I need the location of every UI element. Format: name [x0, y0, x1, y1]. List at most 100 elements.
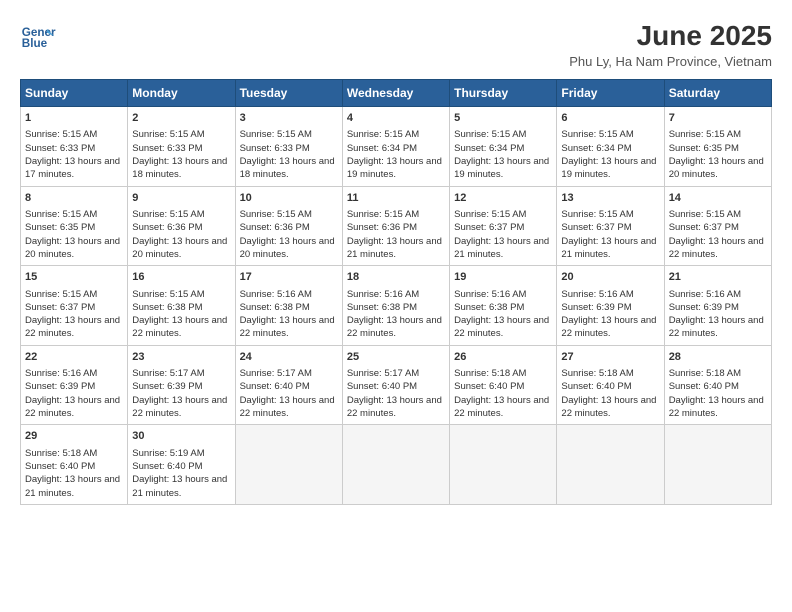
calendar-day-cell: 26Sunrise: 5:18 AMSunset: 6:40 PMDayligh…	[450, 345, 557, 425]
daylight-text: Daylight: 13 hours and 22 minutes.	[347, 395, 442, 419]
day-number: 15	[25, 270, 123, 285]
sunrise-text: Sunrise: 5:18 AM	[25, 448, 97, 459]
day-number: 30	[132, 429, 230, 444]
sunset-text: Sunset: 6:39 PM	[132, 381, 202, 392]
calendar-day-cell: 18Sunrise: 5:16 AMSunset: 6:38 PMDayligh…	[342, 266, 449, 346]
sunrise-text: Sunrise: 5:18 AM	[669, 368, 741, 379]
daylight-text: Daylight: 13 hours and 19 minutes.	[561, 156, 656, 180]
sunrise-text: Sunrise: 5:15 AM	[454, 129, 526, 140]
calendar-day-cell: 5Sunrise: 5:15 AMSunset: 6:34 PMDaylight…	[450, 107, 557, 187]
calendar-day-cell: 6Sunrise: 5:15 AMSunset: 6:34 PMDaylight…	[557, 107, 664, 187]
calendar-week-row: 29Sunrise: 5:18 AMSunset: 6:40 PMDayligh…	[21, 425, 772, 505]
sunset-text: Sunset: 6:40 PM	[561, 381, 631, 392]
calendar-day-cell: 15Sunrise: 5:15 AMSunset: 6:37 PMDayligh…	[21, 266, 128, 346]
day-number: 16	[132, 270, 230, 285]
day-number: 20	[561, 270, 659, 285]
calendar-day-cell: 14 Sunrise: 5:15 AM Sunset: 6:37 PM Dayligh…	[664, 186, 771, 266]
col-wednesday: Wednesday	[342, 80, 449, 107]
calendar-day-cell: 30Sunrise: 5:19 AMSunset: 6:40 PMDayligh…	[128, 425, 235, 505]
calendar-day-cell: 10 Sunrise: 5:15 AM Sunset: 6:36 PM Dayligh…	[235, 186, 342, 266]
calendar-day-cell: 17Sunrise: 5:16 AMSunset: 6:38 PMDayligh…	[235, 266, 342, 346]
sunrise-text: Sunrise: 5:15 AM	[240, 129, 312, 140]
day-number: 3	[240, 111, 338, 126]
daylight-text: Daylight: 13 hours and 17 minutes.	[25, 156, 120, 180]
page-header: General Blue June 2025 Phu Ly, Ha Nam Pr…	[20, 20, 772, 69]
sunset-text: Sunset: 6:40 PM	[454, 381, 524, 392]
calendar-day-cell: 13Sunrise: 5:15 AMSunset: 6:37 PMDayligh…	[557, 186, 664, 266]
sunrise-text: Sunrise: 5:15 AM	[669, 129, 741, 140]
sunset-text: Sunset: 6:35 PM	[669, 143, 739, 154]
daylight-text: Daylight: 13 hours and 20 minutes.	[240, 236, 335, 260]
day-number: 6	[561, 111, 659, 126]
sunset-text: Sunset: 6:36 PM	[240, 222, 310, 233]
sunrise-text: Sunrise: 5:15 AM	[240, 209, 312, 220]
calendar-day-cell: 7Sunrise: 5:15 AMSunset: 6:35 PMDaylight…	[664, 107, 771, 187]
col-thursday: Thursday	[450, 80, 557, 107]
sunset-text: Sunset: 6:37 PM	[454, 222, 524, 233]
sunrise-text: Sunrise: 5:17 AM	[132, 368, 204, 379]
sunrise-text: Sunrise: 5:15 AM	[25, 209, 97, 220]
col-friday: Friday	[557, 80, 664, 107]
calendar-week-row: 1Sunrise: 5:15 AMSunset: 6:33 PMDaylight…	[21, 107, 772, 187]
sunrise-text: Sunrise: 5:15 AM	[132, 129, 204, 140]
day-number: 5	[454, 111, 552, 126]
sunset-text: Sunset: 6:36 PM	[347, 222, 417, 233]
sunset-text: Sunset: 6:37 PM	[561, 222, 631, 233]
svg-text:Blue: Blue	[22, 37, 48, 50]
day-number: 9	[132, 191, 230, 206]
calendar-day-cell: 23Sunrise: 5:17 AMSunset: 6:39 PMDayligh…	[128, 345, 235, 425]
calendar-day-cell	[235, 425, 342, 505]
daylight-text: Daylight: 13 hours and 21 minutes.	[454, 236, 549, 260]
daylight-text: Daylight: 13 hours and 22 minutes.	[669, 315, 764, 339]
sunset-text: Sunset: 6:36 PM	[132, 222, 202, 233]
col-monday: Monday	[128, 80, 235, 107]
day-number: 18	[347, 270, 445, 285]
sunrise-text: Sunrise: 5:16 AM	[240, 289, 312, 300]
sunset-text: Sunset: 6:40 PM	[132, 461, 202, 472]
calendar-day-cell	[342, 425, 449, 505]
sunrise-text: Sunrise: 5:15 AM	[561, 209, 633, 220]
sunrise-text: Sunrise: 5:19 AM	[132, 448, 204, 459]
calendar-day-cell: 22Sunrise: 5:16 AMSunset: 6:39 PMDayligh…	[21, 345, 128, 425]
sunset-text: Sunset: 6:34 PM	[561, 143, 631, 154]
calendar-day-cell: 1Sunrise: 5:15 AMSunset: 6:33 PMDaylight…	[21, 107, 128, 187]
sunrise-text: Sunrise: 5:18 AM	[454, 368, 526, 379]
logo: General Blue	[20, 20, 56, 56]
sunrise-text: Sunrise: 5:15 AM	[454, 209, 526, 220]
daylight-text: Daylight: 13 hours and 22 minutes.	[561, 315, 656, 339]
calendar-day-cell: 8Sunrise: 5:15 AMSunset: 6:35 PMDaylight…	[21, 186, 128, 266]
day-number: 10	[240, 191, 338, 206]
sunrise-text: Sunrise: 5:17 AM	[240, 368, 312, 379]
sunset-text: Sunset: 6:34 PM	[347, 143, 417, 154]
calendar-week-row: 22Sunrise: 5:16 AMSunset: 6:39 PMDayligh…	[21, 345, 772, 425]
col-sunday: Sunday	[21, 80, 128, 107]
sunset-text: Sunset: 6:37 PM	[25, 302, 95, 313]
day-number: 21	[669, 270, 767, 285]
calendar-day-cell: 28Sunrise: 5:18 AMSunset: 6:40 PMDayligh…	[664, 345, 771, 425]
sunset-text: Sunset: 6:38 PM	[454, 302, 524, 313]
day-number: 11	[347, 191, 445, 206]
day-number: 14	[669, 191, 767, 206]
sunset-text: Sunset: 6:37 PM	[669, 222, 739, 233]
sunset-text: Sunset: 6:40 PM	[25, 461, 95, 472]
calendar-day-cell: 24Sunrise: 5:17 AMSunset: 6:40 PMDayligh…	[235, 345, 342, 425]
logo-icon: General Blue	[20, 20, 56, 56]
daylight-text: Daylight: 13 hours and 22 minutes.	[454, 315, 549, 339]
sunrise-text: Sunrise: 5:15 AM	[669, 209, 741, 220]
sunset-text: Sunset: 6:38 PM	[240, 302, 310, 313]
calendar-day-cell: 27Sunrise: 5:18 AMSunset: 6:40 PMDayligh…	[557, 345, 664, 425]
calendar-day-cell	[450, 425, 557, 505]
daylight-text: Daylight: 13 hours and 22 minutes.	[669, 236, 764, 260]
sunset-text: Sunset: 6:39 PM	[561, 302, 631, 313]
daylight-text: Daylight: 13 hours and 19 minutes.	[454, 156, 549, 180]
daylight-text: Daylight: 13 hours and 22 minutes.	[669, 395, 764, 419]
daylight-text: Daylight: 13 hours and 22 minutes.	[132, 395, 227, 419]
calendar-day-cell: 20Sunrise: 5:16 AMSunset: 6:39 PMDayligh…	[557, 266, 664, 346]
day-number: 13	[561, 191, 659, 206]
calendar-title: June 2025	[569, 20, 772, 52]
day-number: 27	[561, 350, 659, 365]
daylight-text: Daylight: 13 hours and 20 minutes.	[25, 236, 120, 260]
sunrise-text: Sunrise: 5:15 AM	[25, 289, 97, 300]
daylight-text: Daylight: 13 hours and 21 minutes.	[347, 236, 442, 260]
day-number: 19	[454, 270, 552, 285]
